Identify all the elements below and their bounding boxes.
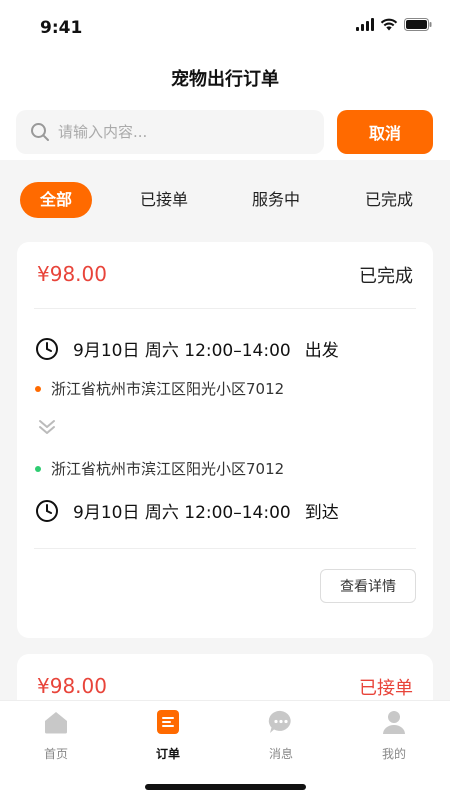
tabbar-label: 订单: [155, 747, 180, 761]
battery-icon: [404, 18, 432, 31]
order-status: 已完成: [359, 266, 413, 287]
wifi-icon: [380, 18, 398, 31]
tabbar-label: 消息: [268, 747, 293, 761]
destination-dot-icon: [35, 465, 41, 472]
page-header: 宠物出行订单: [0, 56, 450, 104]
page-title: 宠物出行订单: [171, 69, 279, 90]
order-price: ¥98.00: [37, 262, 107, 286]
depart-time-row: 9月10日 周六 12:00–14:00 出发: [35, 336, 339, 361]
arrive-time-row: 9月10日 周六 12:00–14:00 到达: [35, 498, 339, 523]
cancel-button[interactable]: 取消: [337, 110, 433, 154]
from-address-row: 浙江省杭州市滨江区阳光小区7012: [35, 378, 284, 399]
search-input[interactable]: [58, 123, 298, 141]
order-status: 已接单: [359, 678, 413, 699]
tab-completed[interactable]: 已完成: [349, 182, 429, 218]
tab-accepted[interactable]: 已接单: [124, 182, 204, 218]
status-time: 9:41: [40, 18, 83, 38]
tabbar-label: 首页: [43, 747, 68, 761]
divider: [34, 308, 416, 309]
order-price: ¥98.00: [37, 674, 107, 698]
to-address-row: 浙江省杭州市滨江区阳光小区7012: [35, 458, 284, 479]
depart-label: 出发: [304, 341, 339, 361]
home-indicator: [145, 784, 306, 790]
profile-icon: [383, 711, 405, 734]
tabbar-label: 我的: [381, 747, 406, 761]
search-row: 取消: [0, 104, 450, 160]
to-address: 浙江省杭州市滨江区阳光小区7012: [51, 460, 285, 478]
message-icon: [268, 710, 291, 733]
clock-icon: [36, 499, 58, 522]
tabbar-item-profile[interactable]: 我的: [354, 709, 434, 762]
home-icon: [45, 712, 67, 734]
from-address: 浙江省杭州市滨江区阳光小区7012: [51, 380, 285, 398]
tabbar-item-orders[interactable]: 订单: [128, 709, 208, 762]
divider: [34, 548, 416, 549]
status-bar: 9:41: [0, 0, 450, 56]
arrive-time: 9月10日 周六 12:00–14:00: [73, 503, 291, 523]
chevron-down-double-icon: [39, 420, 55, 434]
search-icon: [31, 123, 49, 141]
status-tabs: 全部 已接单 服务中 已完成: [0, 172, 450, 228]
view-details-button[interactable]: 查看详情: [320, 569, 416, 603]
tabbar-item-messages[interactable]: 消息: [241, 709, 321, 762]
order-icon: [157, 710, 179, 734]
clock-icon: [36, 337, 58, 360]
status-icons: [356, 18, 432, 31]
tab-in-service[interactable]: 服务中: [236, 182, 316, 218]
search-box[interactable]: [16, 110, 324, 154]
depart-time: 9月10日 周六 12:00–14:00: [73, 341, 291, 361]
order-card[interactable]: ¥98.00 已完成 9月10日 周六 12:00–14:00 出发 浙江省杭州…: [17, 242, 433, 638]
signal-icon: [356, 18, 374, 31]
tabbar-item-home[interactable]: 首页: [16, 709, 96, 762]
arrive-label: 到达: [304, 503, 339, 523]
tab-all[interactable]: 全部: [20, 182, 92, 218]
origin-dot-icon: [35, 385, 41, 392]
